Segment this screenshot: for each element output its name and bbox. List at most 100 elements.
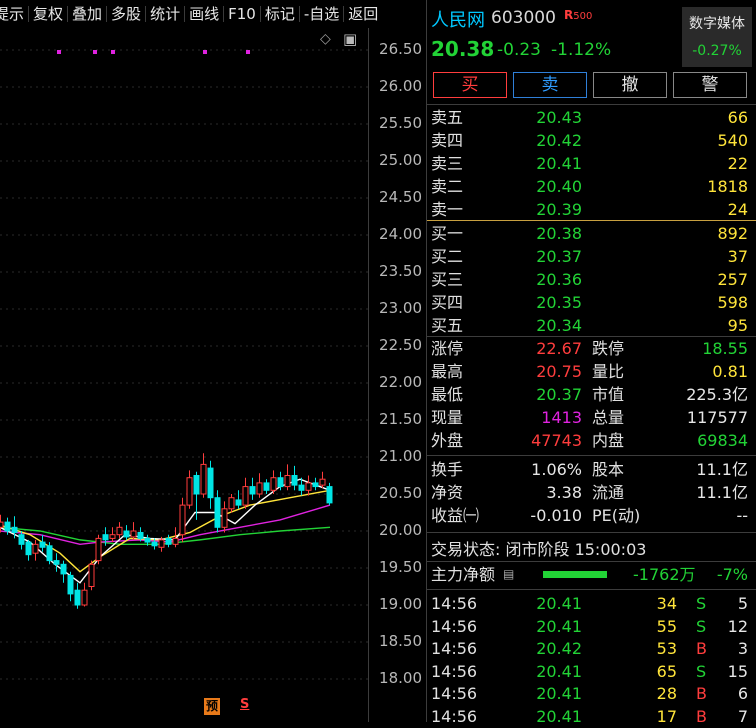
- price-change-pct: -1.12%: [551, 40, 612, 60]
- candle-body: [11, 526, 18, 533]
- candle-body: [270, 477, 277, 491]
- stats-row-low: 最低 20.37 市值 225.3亿: [427, 383, 750, 406]
- ask-level-price: 20.39: [536, 200, 582, 219]
- volume-ratio-value: 0.81: [712, 362, 748, 381]
- net-assets-value: 3.38: [546, 483, 582, 502]
- candle-body: [186, 477, 193, 506]
- cancel-order-button[interactable]: 撤: [593, 72, 667, 98]
- sell-button[interactable]: 卖: [513, 72, 587, 98]
- main-flow-row: 主力净额 ▤ -1762万 -7%: [427, 563, 750, 586]
- ask-level-row[interactable]: 卖四 20.42 540: [427, 129, 750, 152]
- ask-level-volume: 66: [727, 108, 748, 127]
- candle-body: [158, 539, 165, 548]
- bid-level-price: 20.37: [536, 247, 582, 266]
- ask-level-row[interactable]: 卖五 20.43 66: [427, 106, 750, 129]
- bid-level-row[interactable]: 买三 20.36 257: [427, 268, 750, 291]
- tick-price: 20.41: [536, 661, 582, 681]
- candle-body: [165, 537, 172, 545]
- candle-body: [291, 475, 298, 486]
- candle-body: [18, 534, 25, 545]
- toolbar-tip[interactable]: 提示: [0, 0, 28, 28]
- bid-level-row[interactable]: 买四 20.35 598: [427, 291, 750, 314]
- candle-body: [207, 467, 214, 499]
- diamond-icon[interactable]: ◇: [320, 31, 331, 47]
- candle-body: [109, 534, 116, 539]
- toolbar-statistics[interactable]: 统计: [146, 0, 184, 28]
- toolbar-fuquan[interactable]: 复权: [29, 0, 67, 28]
- candle-body: [312, 482, 319, 488]
- stats-row-high: 最高 20.75 量比 0.81: [427, 360, 750, 383]
- toolbar-multi-stock[interactable]: 多股: [107, 0, 145, 28]
- bid-level-row[interactable]: 买一 20.38 892: [427, 222, 750, 245]
- divider: [427, 561, 756, 562]
- outer-volume-value: 47743: [531, 431, 582, 450]
- limit-down-label: 跌停: [592, 339, 625, 358]
- tick-time: 14:56: [431, 684, 478, 703]
- event-s-marker[interactable]: S: [240, 697, 249, 712]
- tick-side: B: [696, 706, 707, 726]
- low-label: 最低: [431, 385, 464, 404]
- current-volume-label: 现量: [431, 408, 464, 427]
- toolbar-f10[interactable]: F10: [224, 0, 260, 28]
- limit-down-value: 18.55: [702, 339, 748, 358]
- toolbar-back[interactable]: 返回: [344, 0, 382, 28]
- ask-level-row[interactable]: 卖一 20.39 24: [427, 198, 750, 221]
- volume-ratio-label: 量比: [592, 362, 625, 381]
- event-marker-dot: [93, 50, 97, 54]
- sector-box[interactable]: 数字媒体 -0.27%: [682, 7, 752, 67]
- shares-value: 11.1亿: [696, 460, 748, 479]
- sector-name: 数字媒体: [689, 16, 745, 32]
- ask-level-label: 卖三: [431, 154, 464, 173]
- event-marker-dot: [111, 50, 115, 54]
- alert-button[interactable]: 警: [673, 72, 747, 98]
- limit-up-value: 22.67: [536, 339, 582, 358]
- candle-body: [214, 497, 221, 528]
- buy-button[interactable]: 买: [433, 72, 507, 98]
- market-cap-value: 225.3亿: [686, 385, 748, 404]
- tick-time: 14:56: [431, 616, 478, 636]
- trade-status: 交易状态: 闭市阶段 15:00:03: [431, 540, 647, 559]
- ask-level-row[interactable]: 卖二 20.40 1818: [427, 175, 750, 198]
- bid-level-row[interactable]: 买五 20.34 95: [427, 314, 750, 337]
- bid-level-label: 买二: [431, 247, 464, 266]
- candle-body: [172, 537, 179, 545]
- ask-level-label: 卖五: [431, 108, 464, 127]
- candle-body: [123, 530, 130, 538]
- price-axis-label: 23.50: [379, 262, 422, 280]
- tick-volume: 28: [656, 684, 677, 703]
- high-label: 最高: [431, 362, 464, 381]
- toolbar-mark[interactable]: 标记: [261, 0, 299, 28]
- candle-body: [319, 478, 326, 486]
- price-axis-label: 25.50: [379, 114, 422, 132]
- toolbar-draw-line[interactable]: 画线: [185, 0, 223, 28]
- limit-up-label: 涨停: [431, 339, 464, 358]
- toolbar-remove-watchlist[interactable]: -自选: [300, 0, 343, 28]
- main-flow-bar: [543, 571, 607, 578]
- candle-body: [39, 541, 46, 548]
- stats-row-limit: 涨停 22.67 跌停 18.55: [427, 337, 750, 360]
- candle-body: [151, 541, 158, 547]
- toolbar-overlay[interactable]: 叠加: [68, 0, 106, 28]
- bid-level-row[interactable]: 买二 20.37 37: [427, 245, 750, 268]
- tick-row: 14:56 20.42 53 B 3: [427, 637, 750, 660]
- r-tag-letter: R: [564, 8, 574, 22]
- price-axis-label: 20.50: [379, 484, 422, 502]
- panel-toggle-icon[interactable]: ▣: [343, 30, 357, 48]
- price-axis-label: 18.00: [379, 669, 422, 687]
- divider: [427, 104, 756, 105]
- ask-level-row[interactable]: 卖三 20.41 22: [427, 152, 750, 175]
- candlestick-chart[interactable]: [0, 28, 368, 722]
- float-shares-value: 11.1亿: [696, 483, 748, 502]
- candle-body: [242, 486, 249, 506]
- bid-level-label: 买三: [431, 270, 464, 289]
- event-marker-dot: [246, 50, 250, 54]
- list-icon[interactable]: ▤: [503, 568, 516, 581]
- tick-price: 20.42: [536, 639, 582, 658]
- ask-level-label: 卖二: [431, 177, 464, 196]
- candle-body: [137, 531, 144, 539]
- candle-body: [95, 537, 102, 562]
- candle-body: [228, 497, 235, 510]
- candle-body: [249, 486, 256, 495]
- forecast-badge[interactable]: 预: [204, 698, 220, 715]
- price-axis-label: 18.50: [379, 632, 422, 650]
